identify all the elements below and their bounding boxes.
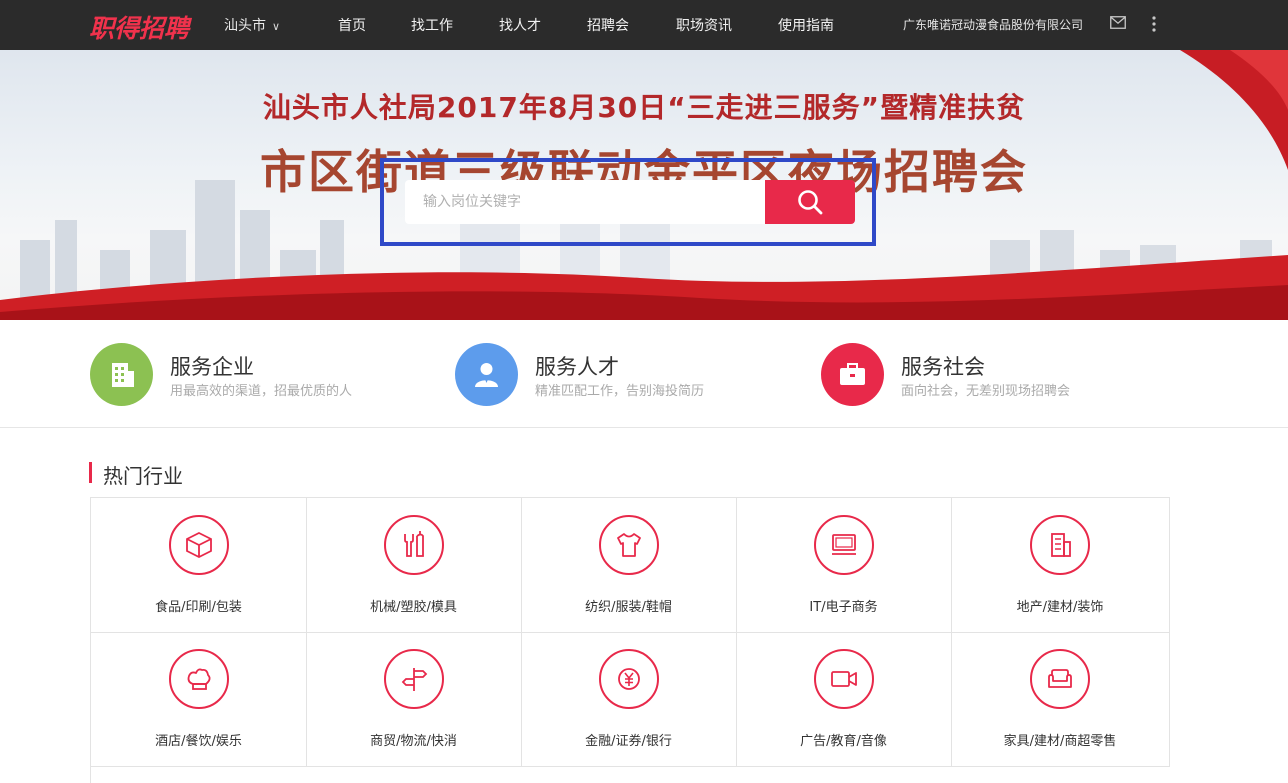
industry-label: 商贸/物流/快消 xyxy=(370,734,457,749)
service-talent-circle xyxy=(455,343,518,406)
service-talent-title: 服务人才 xyxy=(535,355,619,379)
industry-icon-circle xyxy=(384,649,444,709)
nav-home[interactable]: 首页 xyxy=(338,15,366,35)
nav-find-job[interactable]: 找工作 xyxy=(411,15,453,35)
service-society-desc: 面向社会，无差别现场招聘会 xyxy=(901,384,1071,399)
search-button[interactable] xyxy=(765,180,855,224)
industry-label: 食品/印刷/包装 xyxy=(155,600,242,615)
industry-icon-circle xyxy=(814,515,874,575)
section-accent-bar xyxy=(89,462,92,483)
service-enterprise-desc: 用最高效的渠道，招最优质的人 xyxy=(170,384,353,399)
industry-it-ecommerce[interactable]: IT/电子商务 xyxy=(736,498,952,633)
industry-icon-circle xyxy=(1030,515,1090,575)
tools-icon xyxy=(404,531,424,557)
industry-icon-circle xyxy=(1030,649,1090,709)
more-vertical-icon[interactable] xyxy=(1150,14,1158,34)
briefcase-icon xyxy=(840,363,865,385)
top-nav-bar: 职得招聘 汕头市 ∨ 首页 找工作 找人才 招聘会 职场资讯 使用指南 广东唯诺冠… xyxy=(0,0,1288,50)
industry-icon-circle xyxy=(599,649,659,709)
industry-trade-logistics[interactable]: 商贸/物流/快消 xyxy=(306,632,522,767)
nav-find-talent[interactable]: 找人才 xyxy=(499,15,541,35)
monitor-icon xyxy=(832,534,856,555)
company-name[interactable]: 广东唯诺冠动漫食品股份有限公司 xyxy=(903,16,1083,33)
job-keyword-search-input[interactable] xyxy=(405,180,765,224)
yuan-icon xyxy=(618,668,640,690)
industry-icon-circle xyxy=(169,649,229,709)
industry-label: 家具/建材/商超零售 xyxy=(1003,734,1117,749)
industry-label: IT/电子商务 xyxy=(809,600,878,615)
service-enterprise-title: 服务企业 xyxy=(170,355,254,379)
sofa-icon xyxy=(1048,669,1072,688)
video-camera-icon xyxy=(831,671,857,687)
industry-icon-circle xyxy=(814,649,874,709)
mail-icon[interactable] xyxy=(1110,16,1126,29)
industry-real-estate[interactable]: 地产/建材/装饰 xyxy=(951,498,1170,633)
chef-hat-icon xyxy=(187,668,211,690)
nav-user-guide[interactable]: 使用指南 xyxy=(778,15,834,35)
hot-industries-title: 热门行业 xyxy=(103,464,183,488)
industry-hotel-dining[interactable]: 酒店/餐饮/娱乐 xyxy=(91,632,307,767)
industry-food-print-pack[interactable]: 食品/印刷/包装 xyxy=(91,498,307,633)
industry-textile[interactable]: 纺织/服装/鞋帽 xyxy=(521,498,737,633)
box-icon xyxy=(186,531,212,559)
search-icon xyxy=(798,190,823,215)
building-icon xyxy=(1051,533,1071,557)
city-selector[interactable]: 汕头市 ∨ xyxy=(224,15,280,35)
nav-job-fair[interactable]: 招聘会 xyxy=(587,15,629,35)
services-row: 服务企业 用最高效的渠道，招最优质的人 服务人才 精准匹配工作，告别海投简历 服… xyxy=(0,320,1288,428)
industry-finance[interactable]: 金融/证券/银行 xyxy=(521,632,737,767)
industry-label: 广告/教育/音像 xyxy=(800,734,887,749)
industry-icon-circle xyxy=(384,515,444,575)
city-name: 汕头市 xyxy=(224,18,266,34)
industry-machinery[interactable]: 机械/塑胶/模具 xyxy=(306,498,522,633)
service-talent-desc: 精准匹配工作，告别海投简历 xyxy=(535,384,705,399)
industry-icon-circle xyxy=(599,515,659,575)
industry-label: 酒店/餐饮/娱乐 xyxy=(155,734,242,749)
hot-industries-grid: 食品/印刷/包装 机械/塑胶/模具 纺织/服装/鞋帽 IT/电子商务 地产/建材… xyxy=(90,497,1170,783)
nav-career-news[interactable]: 职场资讯 xyxy=(676,15,732,35)
industry-label: 纺织/服装/鞋帽 xyxy=(585,600,672,615)
service-society-title: 服务社会 xyxy=(901,355,985,379)
shirt-icon xyxy=(617,533,641,557)
site-logo[interactable]: 职得招聘 xyxy=(89,9,189,45)
chevron-down-icon: ∨ xyxy=(272,20,281,33)
industry-label: 金融/证券/银行 xyxy=(585,734,672,749)
building-icon xyxy=(112,363,134,387)
service-society-circle xyxy=(821,343,884,406)
banner-headline: 汕头市人社局2017年8月30日“三走进三服务”暨精准扶贫 xyxy=(262,91,1026,124)
industry-furniture-retail[interactable]: 家具/建材/商超零售 xyxy=(951,632,1170,767)
industry-ads-education[interactable]: 广告/教育/音像 xyxy=(736,632,952,767)
industry-icon-circle xyxy=(169,515,229,575)
industry-label: 地产/建材/装饰 xyxy=(1016,600,1104,615)
service-enterprise-circle xyxy=(90,343,153,406)
industry-label: 机械/塑胶/模具 xyxy=(370,600,457,615)
signpost-icon xyxy=(401,668,428,691)
person-icon xyxy=(475,363,498,387)
